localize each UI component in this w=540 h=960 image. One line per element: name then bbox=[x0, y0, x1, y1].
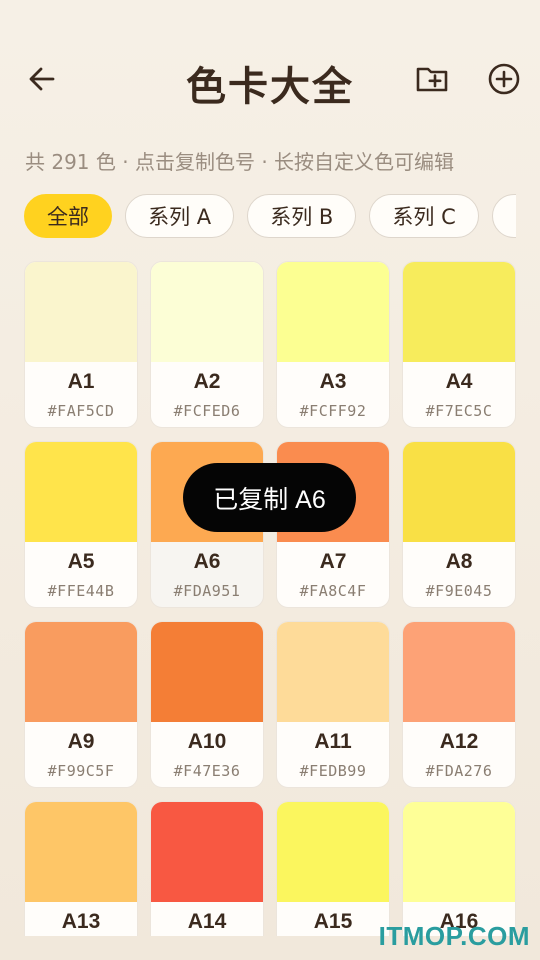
color-swatch bbox=[151, 262, 263, 362]
color-card[interactable]: A12 #FDA276 bbox=[402, 621, 516, 788]
filter-chip-next[interactable] bbox=[491, 194, 516, 238]
color-hex-label: #FDA951 bbox=[173, 582, 241, 600]
color-card[interactable]: A9 #F99C5F bbox=[24, 621, 138, 788]
color-card[interactable]: A3 #FCFF92 bbox=[276, 261, 390, 428]
color-swatch bbox=[277, 622, 389, 722]
color-swatch bbox=[277, 262, 389, 362]
filter-chip-series-c[interactable]: 系列 C bbox=[369, 194, 479, 238]
color-hex-label: #FCFF92 bbox=[299, 402, 367, 420]
color-swatch bbox=[403, 622, 515, 722]
color-code-label: A2 bbox=[193, 370, 221, 393]
color-code-label: A15 bbox=[313, 910, 353, 933]
color-hex-label: #FDA276 bbox=[425, 762, 493, 780]
color-hex-label: #F9E045 bbox=[425, 582, 493, 600]
color-card[interactable]: A4 #F7EC5C bbox=[402, 261, 516, 428]
color-swatch bbox=[25, 622, 137, 722]
color-card[interactable]: A10 #F47E36 bbox=[150, 621, 264, 788]
filter-chip-series-b[interactable]: 系列 B bbox=[247, 194, 357, 238]
color-code-label: A12 bbox=[439, 730, 479, 753]
color-hex-label: #FCFED6 bbox=[173, 402, 241, 420]
color-code-label: A14 bbox=[187, 910, 227, 933]
color-code-label: A1 bbox=[67, 370, 95, 393]
color-hex-label: #FFE44B bbox=[47, 582, 115, 600]
color-swatch bbox=[403, 442, 515, 542]
new-folder-button[interactable] bbox=[410, 57, 454, 101]
color-code-label: A3 bbox=[319, 370, 347, 393]
color-code-label: A11 bbox=[314, 730, 352, 753]
plus-circle-icon bbox=[488, 63, 520, 95]
color-card[interactable]: A8 #F9E045 bbox=[402, 441, 516, 608]
color-swatch bbox=[25, 262, 137, 362]
color-card[interactable]: A2 #FCFED6 bbox=[150, 261, 264, 428]
color-code-label: A7 bbox=[319, 550, 347, 573]
color-card[interactable]: A16#FEFF97 bbox=[402, 801, 516, 936]
color-hex-label: #FEDB99 bbox=[299, 762, 367, 780]
app-header: 色卡大全 bbox=[0, 40, 540, 118]
color-card[interactable]: A14#F85842 bbox=[150, 801, 264, 936]
page-title: 色卡大全 bbox=[186, 64, 354, 110]
add-color-button[interactable] bbox=[482, 57, 526, 101]
color-code-label: A5 bbox=[67, 550, 95, 573]
color-card[interactable]: A13#FEC667 bbox=[24, 801, 138, 936]
color-card[interactable]: A11 #FEDB99 bbox=[276, 621, 390, 788]
color-swatch bbox=[403, 802, 515, 902]
color-grid: A1 #FAF5CD A2 #FCFED6 A3 #FCFF92 A4 #F7EC5C A5 #F… bbox=[24, 261, 516, 936]
color-code-label: A4 bbox=[445, 370, 473, 393]
color-swatch bbox=[277, 802, 389, 902]
color-swatch bbox=[25, 802, 137, 902]
color-code-label: A8 bbox=[445, 550, 473, 573]
color-code-label: A10 bbox=[187, 730, 227, 753]
color-card[interactable]: A1 #FAF5CD bbox=[24, 261, 138, 428]
color-hex-label: #F7EC5C bbox=[425, 402, 493, 420]
filter-chip-all[interactable]: 全部 bbox=[24, 194, 112, 238]
series-filter-bar: 全部 系列 A 系列 B 系列 C bbox=[24, 194, 516, 240]
color-hex-label: #F47E36 bbox=[173, 762, 241, 780]
folder-add-icon bbox=[416, 67, 448, 92]
color-code-label: A13 bbox=[61, 910, 101, 933]
color-hex-label: #F99C5F bbox=[47, 762, 115, 780]
color-swatch bbox=[25, 442, 137, 542]
watermark-logo: ITMOP.COM bbox=[378, 921, 530, 951]
copied-toast: 已复制 A6 bbox=[183, 463, 356, 532]
color-card[interactable]: A5 #FFE44B bbox=[24, 441, 138, 608]
color-card[interactable]: A15#FBF65E bbox=[276, 801, 390, 936]
filter-chip-series-a[interactable]: 系列 A bbox=[125, 194, 235, 238]
color-hex-label: #FAF5CD bbox=[47, 402, 115, 420]
color-swatch bbox=[403, 262, 515, 362]
color-hex-label: #FA8C4F bbox=[299, 582, 367, 600]
color-code-label: A6 bbox=[193, 550, 221, 573]
color-code-label: A9 bbox=[67, 730, 95, 753]
color-swatch bbox=[151, 622, 263, 722]
subtitle-hint: 共 291 色 · 点击复制色号 · 长按自定义色可编辑 bbox=[25, 150, 455, 174]
color-swatch bbox=[151, 802, 263, 902]
